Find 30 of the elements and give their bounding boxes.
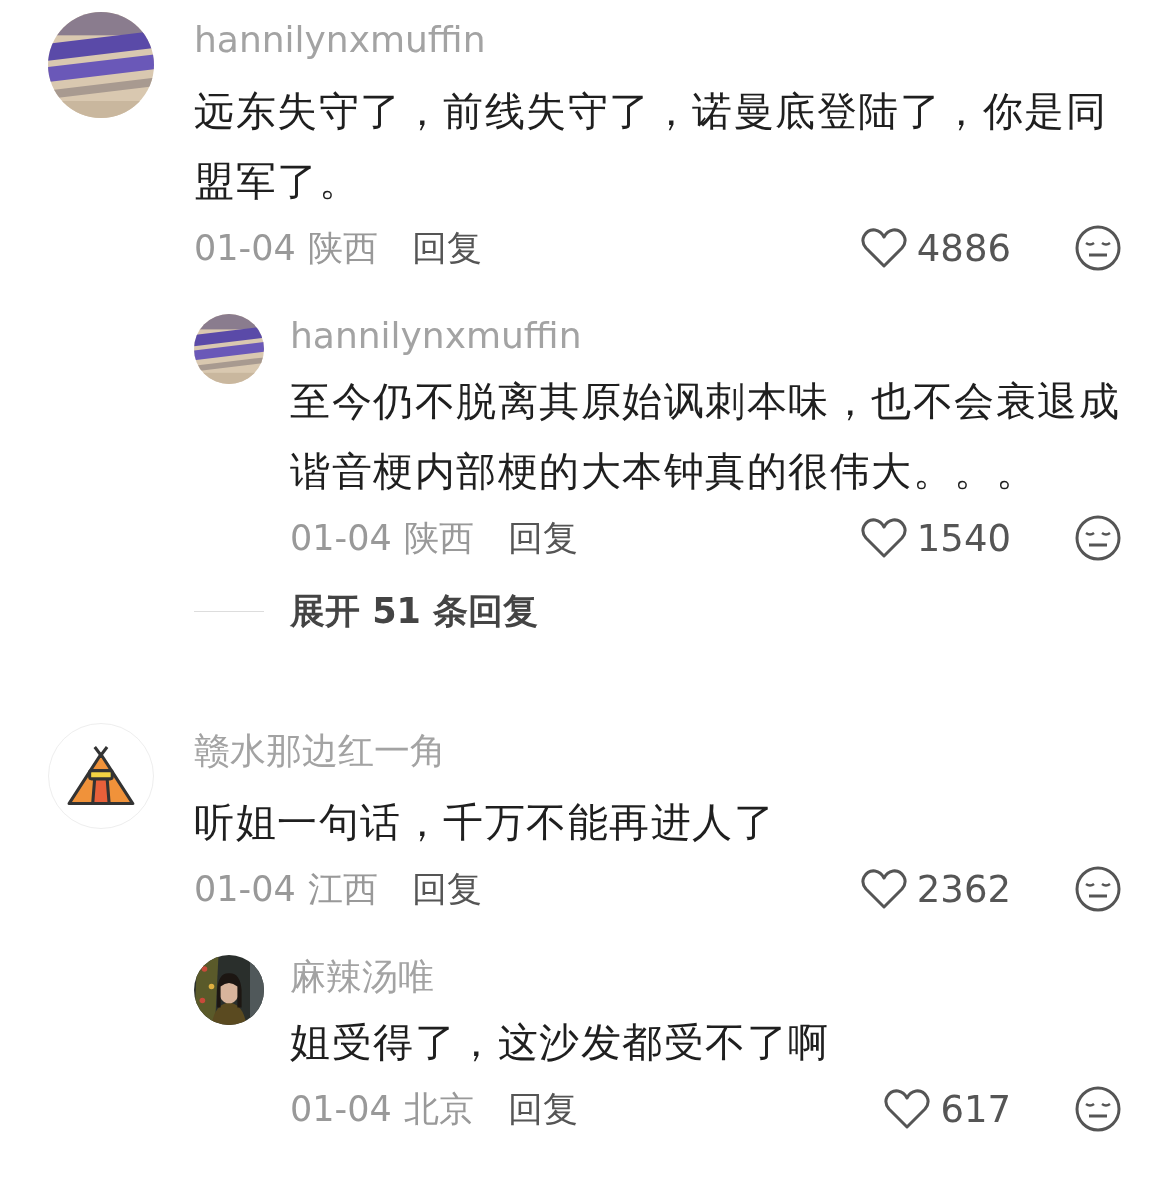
comment-location: 江西 bbox=[307, 867, 378, 911]
like-button[interactable]: 1540 bbox=[860, 516, 1011, 560]
comment-date: 01-04 bbox=[194, 228, 296, 268]
neutral-face-icon[interactable] bbox=[1075, 1086, 1121, 1132]
like-button[interactable]: 617 bbox=[884, 1087, 1011, 1131]
comment-date: 01-04 bbox=[290, 1089, 392, 1129]
heart-icon bbox=[860, 868, 907, 910]
reply-text: 姐受得了，这沙发都受不了啊 bbox=[290, 1018, 831, 1067]
comment-text: 听姐一句话，千万不能再进人了 bbox=[194, 798, 776, 847]
comment-location: 陕西 bbox=[403, 516, 474, 560]
comment-location: 北京 bbox=[403, 1087, 474, 1131]
reply-button[interactable]: 回复 bbox=[507, 1085, 578, 1133]
reply-button[interactable]: 回复 bbox=[507, 514, 578, 562]
neutral-face-icon[interactable] bbox=[1075, 866, 1121, 912]
reply-button[interactable]: 回复 bbox=[411, 224, 482, 272]
like-button[interactable]: 2362 bbox=[860, 867, 1011, 911]
neutral-face-icon[interactable] bbox=[1075, 515, 1121, 561]
reply-text: 至今仍不脱离其原始讽刺本味，也不会衰退成谐音梗内部梗的大本钟真的很伟大。。。 bbox=[290, 377, 1121, 496]
heart-icon bbox=[884, 1088, 931, 1130]
expand-replies-button[interactable]: 展开 51 条回复 bbox=[290, 588, 539, 635]
heart-icon bbox=[860, 227, 907, 269]
comment-location: 陕西 bbox=[307, 226, 378, 270]
comment-text: 远东失守了，前线失守了，诺曼底登陆了，你是同盟军了。 bbox=[194, 87, 1108, 206]
like-button[interactable]: 4886 bbox=[860, 226, 1011, 270]
heart-icon bbox=[860, 517, 907, 559]
comment-date: 01-04 bbox=[194, 869, 296, 909]
tent-icon bbox=[67, 744, 135, 808]
reply-button[interactable]: 回复 bbox=[411, 865, 482, 913]
comment-date: 01-04 bbox=[290, 518, 392, 558]
neutral-face-icon[interactable] bbox=[1075, 225, 1121, 271]
